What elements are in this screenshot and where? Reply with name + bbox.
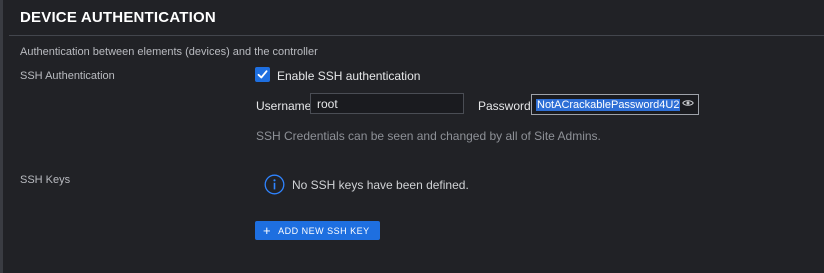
section-title: DEVICE AUTHENTICATION (20, 9, 216, 26)
ssh-keys-label: SSH Keys (20, 174, 71, 186)
eye-icon[interactable] (682, 99, 694, 107)
password-label: Password (478, 99, 531, 113)
enable-ssh-checkbox[interactable] (255, 67, 270, 82)
ssh-helper-text: SSH Credentials can be seen and changed … (256, 129, 601, 143)
enable-ssh-label[interactable]: Enable SSH authentication (277, 69, 420, 83)
info-icon (264, 174, 285, 195)
no-ssh-keys-message: No SSH keys have been defined. (292, 178, 469, 192)
add-ssh-key-button[interactable]: + ADD NEW SSH KEY (255, 221, 380, 240)
password-selected-text: NotACrackablePassword4U2 (536, 99, 681, 111)
panel-left-border (0, 0, 3, 273)
section-divider (9, 35, 824, 36)
ssh-authentication-label: SSH Authentication (20, 70, 115, 82)
checkmark-icon (257, 70, 268, 79)
section-subtitle: Authentication between elements (devices… (20, 46, 318, 58)
plus-icon: + (263, 223, 272, 238)
add-ssh-key-label: ADD NEW SSH KEY (278, 225, 370, 236)
password-input[interactable]: NotACrackablePassword4U2 (531, 94, 699, 115)
username-label: Username (256, 99, 312, 113)
username-input[interactable]: root (310, 93, 464, 114)
